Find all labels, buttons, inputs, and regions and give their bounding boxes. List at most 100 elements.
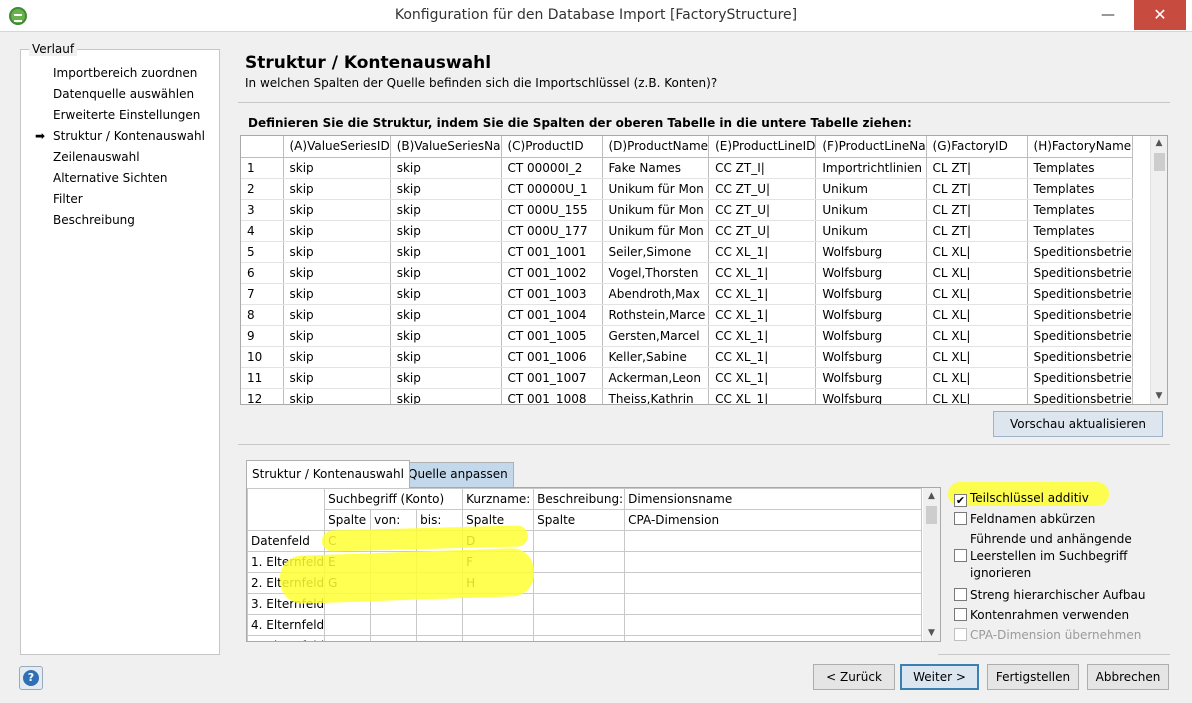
source-cell: skip (283, 241, 391, 263)
source-column-header[interactable]: (C)ProductID (501, 136, 603, 158)
checkbox-icon[interactable] (954, 549, 967, 562)
scroll-thumb[interactable] (926, 506, 937, 524)
source-column-header[interactable]: (H)FactoryName (1027, 136, 1133, 158)
source-cell: CC XL_1| (708, 304, 817, 326)
checkbox-icon[interactable] (954, 512, 967, 525)
history-item-zeilenauswahl[interactable]: Zeilenauswahl (33, 149, 205, 170)
structure-row: 4. Elternfeld (247, 614, 923, 636)
structure-drop-cell[interactable] (324, 635, 372, 641)
history-item-filter[interactable]: Filter (33, 191, 205, 212)
source-column-header[interactable]: (F)ProductLineNa (815, 136, 927, 158)
back-button[interactable]: < Zurück (813, 664, 895, 690)
source-cell: CL XL| (926, 241, 1028, 263)
source-cell: CC XL_1| (708, 346, 817, 368)
source-cell: Unikum (815, 220, 927, 242)
scroll-thumb[interactable] (1154, 153, 1165, 171)
source-cell: Gersten,Marcel (602, 325, 710, 347)
structure-drop-cell[interactable] (624, 614, 923, 636)
structure-drop-cell[interactable] (624, 572, 923, 594)
source-cell: CT 001_1008 (501, 388, 603, 404)
source-column-header[interactable]: (E)ProductLineID (708, 136, 817, 158)
finish-button[interactable]: Fertigstellen (987, 664, 1079, 690)
option-feldnamen-abkuerzen[interactable]: Feldnamen abkürzen (954, 511, 1095, 528)
scroll-down-icon[interactable]: ▼ (1151, 389, 1167, 404)
structure-drop-cell[interactable] (462, 614, 535, 636)
source-row: 10 skip skip CT 001_1006 Keller,Sabine CC XL_… (241, 346, 1133, 368)
source-cell: Vogel,Thorsten (602, 262, 710, 284)
option-kontenrahmen[interactable]: Kontenrahmen verwenden (954, 607, 1129, 624)
structure-drop-cell[interactable] (324, 614, 372, 636)
next-button[interactable]: Weiter > (900, 664, 979, 690)
tab-struktur[interactable]: Struktur / Kontenauswahl (246, 460, 410, 488)
option-label: Kontenrahmen verwenden (970, 608, 1130, 622)
cancel-button[interactable]: Abbrechen (1087, 664, 1169, 690)
history-item-struktur[interactable]: ➡ Struktur / Kontenauswahl (33, 128, 205, 149)
option-label: Leerstellen im Suchbegriff (970, 549, 1128, 563)
structure-drop-cell[interactable] (533, 551, 626, 573)
structure-row: 5. Elternfeld (247, 635, 923, 641)
structure-drop-cell[interactable] (370, 614, 418, 636)
close-button[interactable]: ✕ (1134, 0, 1186, 30)
structure-drop-cell[interactable] (624, 593, 923, 615)
source-cell: skip (390, 367, 502, 389)
source-cell: skip (390, 304, 502, 326)
structure-drop-cell[interactable] (533, 572, 626, 594)
scroll-up-icon[interactable]: ▲ (923, 488, 940, 504)
structure-header-row-2: Spalte von: bis: Spalte Spalte CPA-Dimen… (248, 509, 923, 531)
source-cell: Speditionsbetrie (1027, 325, 1133, 347)
history-item-beschreibung[interactable]: Beschreibung (33, 212, 205, 233)
option-streng-hierarchisch[interactable]: Streng hierarchischer Aufbau (954, 587, 1145, 604)
history-item-erweiterte-einstellungen[interactable]: Erweiterte Einstellungen (33, 107, 205, 128)
checkbox-icon[interactable] (954, 608, 967, 621)
option-leerstellen-ignorieren[interactable]: Leerstellen im Suchbegriff (954, 548, 1127, 565)
checkbox-icon[interactable] (954, 588, 967, 601)
source-cell: CL XL| (926, 283, 1028, 305)
preview-refresh-button[interactable]: Vorschau aktualisieren (993, 411, 1163, 437)
row-number: 7 (241, 283, 284, 305)
structure-drop-cell[interactable] (370, 635, 418, 641)
structure-drop-cell[interactable] (462, 635, 535, 641)
history-item-datenquelle[interactable]: Datenquelle auswählen (33, 86, 205, 107)
source-cell: skip (390, 262, 502, 284)
source-cell: CL ZT| (926, 157, 1028, 179)
source-cell: CL XL| (926, 304, 1028, 326)
structure-drop-cell[interactable] (533, 593, 626, 615)
structure-drop-cell[interactable] (533, 635, 626, 641)
row-number: 12 (241, 388, 284, 404)
help-button[interactable]: ? (19, 666, 43, 690)
source-cell: CT 001_1005 (501, 325, 603, 347)
structure-drop-cell[interactable] (624, 530, 923, 552)
structure-scrollbar[interactable]: ▲ ▼ (923, 488, 940, 641)
row-number: 2 (241, 178, 284, 200)
checkbox-checked-icon[interactable]: ✔ (954, 494, 967, 507)
scroll-down-icon[interactable]: ▼ (923, 625, 940, 641)
scroll-up-icon[interactable]: ▲ (1151, 136, 1167, 151)
source-column-header[interactable]: (A)ValueSeriesID (283, 136, 391, 158)
source-column-header[interactable]: (B)ValueSeriesNa (390, 136, 502, 158)
structure-drop-cell[interactable] (533, 614, 626, 636)
source-cell: skip (283, 283, 391, 305)
source-scrollbar[interactable]: ▲ ▼ (1150, 136, 1167, 404)
source-cell: Templates (1027, 199, 1133, 221)
structure-drop-cell[interactable] (416, 635, 464, 641)
history-item-importbereich[interactable]: Importbereich zuordnen (33, 65, 205, 86)
structure-row-label: 5. Elternfeld (247, 635, 326, 641)
source-column-header[interactable]: (D)ProductName (602, 136, 710, 158)
structure-drop-cell[interactable] (533, 530, 626, 552)
structure-drop-cell[interactable] (416, 614, 464, 636)
col-kurzname: Kurzname: (462, 488, 535, 510)
minimize-button[interactable]: — (1085, 0, 1131, 30)
source-cell: Speditionsbetrie (1027, 283, 1133, 305)
option-teilschluessel-additiv[interactable]: ✔ Teilschlüssel additiv (954, 490, 1089, 507)
tab-quelle-anpassen[interactable]: Quelle anpassen (402, 462, 514, 487)
checkbox-icon (954, 628, 967, 641)
source-cell: skip (390, 388, 502, 404)
source-column-header[interactable]: (G)FactoryID (926, 136, 1028, 158)
structure-drop-cell[interactable] (624, 551, 923, 573)
history-item-alternative-sichten[interactable]: Alternative Sichten (33, 170, 205, 191)
history-item-label: Filter (53, 192, 83, 206)
source-cell: CC XL_1| (708, 388, 817, 404)
history-item-label: Erweiterte Einstellungen (53, 108, 201, 122)
history-item-label: Alternative Sichten (53, 171, 168, 185)
structure-drop-cell[interactable] (624, 635, 923, 641)
